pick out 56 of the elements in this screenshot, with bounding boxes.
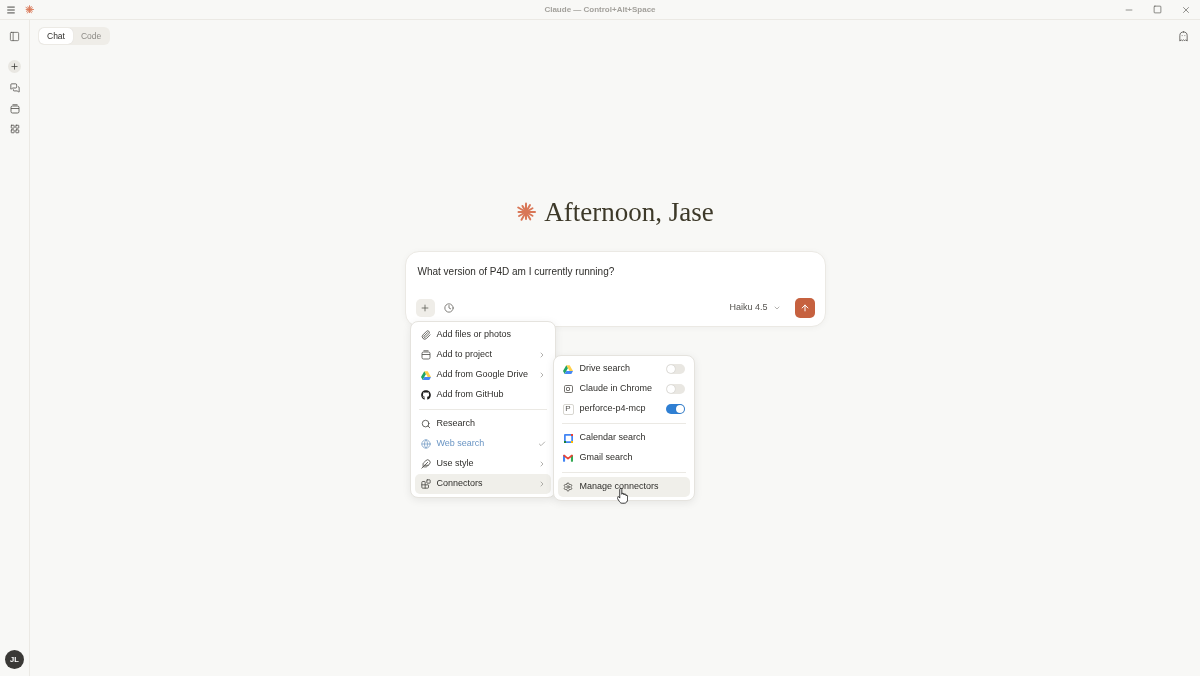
- menu-item[interactable]: Calendar search: [557, 428, 690, 448]
- send-button[interactable]: [794, 298, 815, 318]
- octocat-icon: [420, 390, 431, 400]
- drive-triangle-icon: [420, 370, 431, 380]
- mode-tab[interactable]: Chat: [39, 28, 73, 44]
- window-title: Claude — Control+Alt+Space: [544, 3, 656, 16]
- drive-triangle-icon: [563, 364, 573, 374]
- message-input[interactable]: What version of P4D am I currently running?: [415, 264, 815, 279]
- close-icon[interactable]: [1181, 4, 1191, 15]
- plus-icon: [420, 303, 430, 313]
- menu-item[interactable]: Claude in Chrome: [557, 379, 690, 399]
- sidebar-panel-icon: [9, 30, 20, 42]
- box-icon: [420, 350, 431, 360]
- greeting: Afternoon, Jase: [544, 197, 714, 227]
- envelope-m-icon: [563, 454, 573, 462]
- new-chat-button[interactable]: [8, 60, 21, 73]
- menu-item[interactable]: Manage connectors: [557, 477, 690, 497]
- starburst-logo-icon: [516, 202, 537, 222]
- arrow-up-icon: [799, 303, 810, 313]
- chevron-down-icon: [772, 304, 781, 312]
- feather-icon: [420, 459, 431, 469]
- menu-item[interactable]: Add from GitHub: [414, 385, 551, 405]
- model-selector[interactable]: Haiku 4.5: [729, 301, 781, 315]
- maximize-icon[interactable]: [1153, 5, 1162, 14]
- search-icon: [420, 419, 431, 429]
- toggle-switch[interactable]: [665, 384, 685, 394]
- blocks-icon: [420, 479, 431, 489]
- ghost-icon[interactable]: [1178, 30, 1189, 42]
- menu-item[interactable]: Research: [414, 414, 551, 434]
- paperclip-icon: [420, 330, 431, 340]
- clock-icon: [443, 303, 454, 313]
- menu-item[interactable]: Connectors: [414, 474, 551, 494]
- box-icon: [9, 103, 20, 114]
- projects-button[interactable]: [7, 102, 22, 115]
- grid-icon: [9, 123, 20, 134]
- toggle-switch[interactable]: [665, 364, 685, 374]
- menu-icon[interactable]: [6, 4, 16, 15]
- menu-item[interactable]: P perforce-p4-mcp: [557, 399, 690, 419]
- sidebar-toggle-button[interactable]: [7, 30, 22, 42]
- chats-button[interactable]: [7, 81, 22, 94]
- toggle-switch[interactable]: [665, 404, 685, 414]
- browser-window-icon: [563, 385, 573, 393]
- settings-icon: [563, 482, 573, 492]
- menu-item[interactable]: Drive search: [557, 359, 690, 379]
- calendar-icon: [563, 433, 573, 443]
- menu-item[interactable]: Add to project: [414, 345, 551, 365]
- speech-bubbles-icon: [9, 82, 20, 93]
- globe-icon: [420, 439, 431, 449]
- menu-item[interactable]: Add from Google Drive: [414, 365, 551, 385]
- starburst-logo-icon: [25, 5, 34, 14]
- menu-item[interactable]: Gmail search: [557, 448, 690, 468]
- plus-icon: [10, 62, 19, 71]
- letter-tile: P: [562, 403, 574, 415]
- menu-item[interactable]: Use style: [414, 454, 551, 474]
- menu-item[interactable]: Add files or photos: [414, 325, 551, 345]
- add-button[interactable]: [415, 299, 435, 317]
